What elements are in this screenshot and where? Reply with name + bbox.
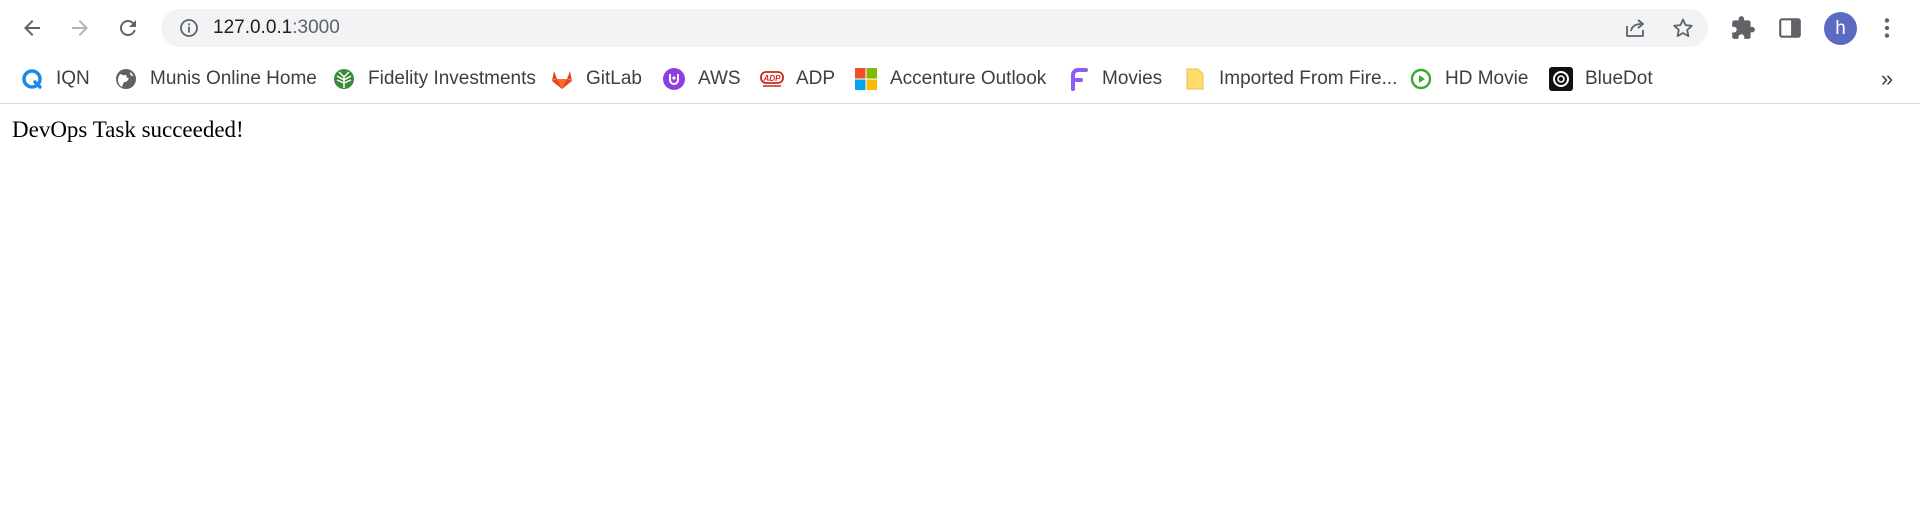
adp-icon: ADP (760, 67, 784, 91)
bookmarks-overflow-chevron-icon[interactable]: » (1872, 64, 1902, 94)
bookmark-label: HD Movie (1445, 68, 1529, 89)
bookmark-label: Fidelity Investments (368, 68, 536, 89)
bookmark-iqn[interactable]: IQN (20, 63, 90, 95)
bookmark-label: IQN (56, 68, 90, 89)
status-message: DevOps Task succeeded! (12, 117, 244, 142)
iqn-icon (20, 67, 44, 91)
back-button[interactable] (14, 10, 50, 46)
url-port: :3000 (292, 17, 340, 38)
bookmark-label: AWS (698, 68, 741, 89)
bookmark-label: Imported From Fire... (1219, 68, 1398, 89)
aws-icon (662, 67, 686, 91)
menu-kebab-icon[interactable] (1874, 15, 1900, 41)
page-content: DevOps Task succeeded! (0, 105, 1920, 514)
svg-text:ADP: ADP (763, 74, 782, 83)
microsoft-icon (854, 67, 878, 91)
bookmark-label: GitLab (586, 68, 642, 89)
bookmark-bluedot[interactable]: BlueDot (1549, 63, 1653, 95)
bookmark-label: Movies (1102, 68, 1163, 89)
bookmark-label: Accenture Outlook (890, 68, 1047, 89)
browser-toolbar: 127.0.0.1:3000 h (0, 0, 1920, 56)
reload-icon (120, 20, 136, 36)
bookmark-label: Munis Online Home (150, 68, 317, 89)
url-text[interactable]: 127.0.0.1:3000 (213, 18, 340, 38)
bookmark-hd-movie[interactable]: HD Movie (1409, 63, 1528, 95)
bookmark-gitlab[interactable]: GitLab (550, 63, 642, 95)
reload-button[interactable] (110, 10, 146, 46)
fidelity-icon (332, 67, 356, 91)
share-icon[interactable] (1623, 16, 1647, 40)
bookmark-adp[interactable]: ADP ADP (760, 63, 835, 95)
bookmark-label: BlueDot (1585, 68, 1653, 89)
bluedot-icon (1549, 67, 1573, 91)
folder-icon (1183, 67, 1207, 91)
profile-avatar[interactable]: h (1824, 12, 1857, 45)
star-icon[interactable] (1671, 16, 1695, 40)
bookmark-imported-from-firefox[interactable]: Imported From Fire... (1183, 63, 1397, 95)
url-host: 127.0.0.1 (213, 17, 293, 38)
side-panel-icon[interactable] (1777, 15, 1803, 41)
info-icon[interactable] (179, 18, 199, 38)
arrow-right-icon (72, 20, 88, 36)
arrow-left-icon (24, 20, 40, 36)
forward-button[interactable] (62, 10, 98, 46)
movies-icon (1066, 67, 1090, 91)
bookmark-munis-online-home[interactable]: Munis Online Home (114, 63, 317, 95)
bookmark-fidelity-investments[interactable]: Fidelity Investments (332, 63, 536, 95)
bookmarks-bar: IQN Munis Online Home Fidelity Investmen… (0, 56, 1920, 104)
bookmark-aws[interactable]: AWS (662, 63, 741, 95)
bookmark-accenture-outlook[interactable]: Accenture Outlook (854, 63, 1046, 95)
address-bar[interactable]: 127.0.0.1:3000 (161, 9, 1708, 47)
bookmark-label: ADP (796, 68, 836, 89)
extensions-puzzle-icon[interactable] (1730, 15, 1756, 41)
gitlab-icon (550, 67, 574, 91)
globe-icon (114, 67, 138, 91)
play-icon (1409, 67, 1433, 91)
bookmark-movies[interactable]: Movies (1066, 63, 1162, 95)
